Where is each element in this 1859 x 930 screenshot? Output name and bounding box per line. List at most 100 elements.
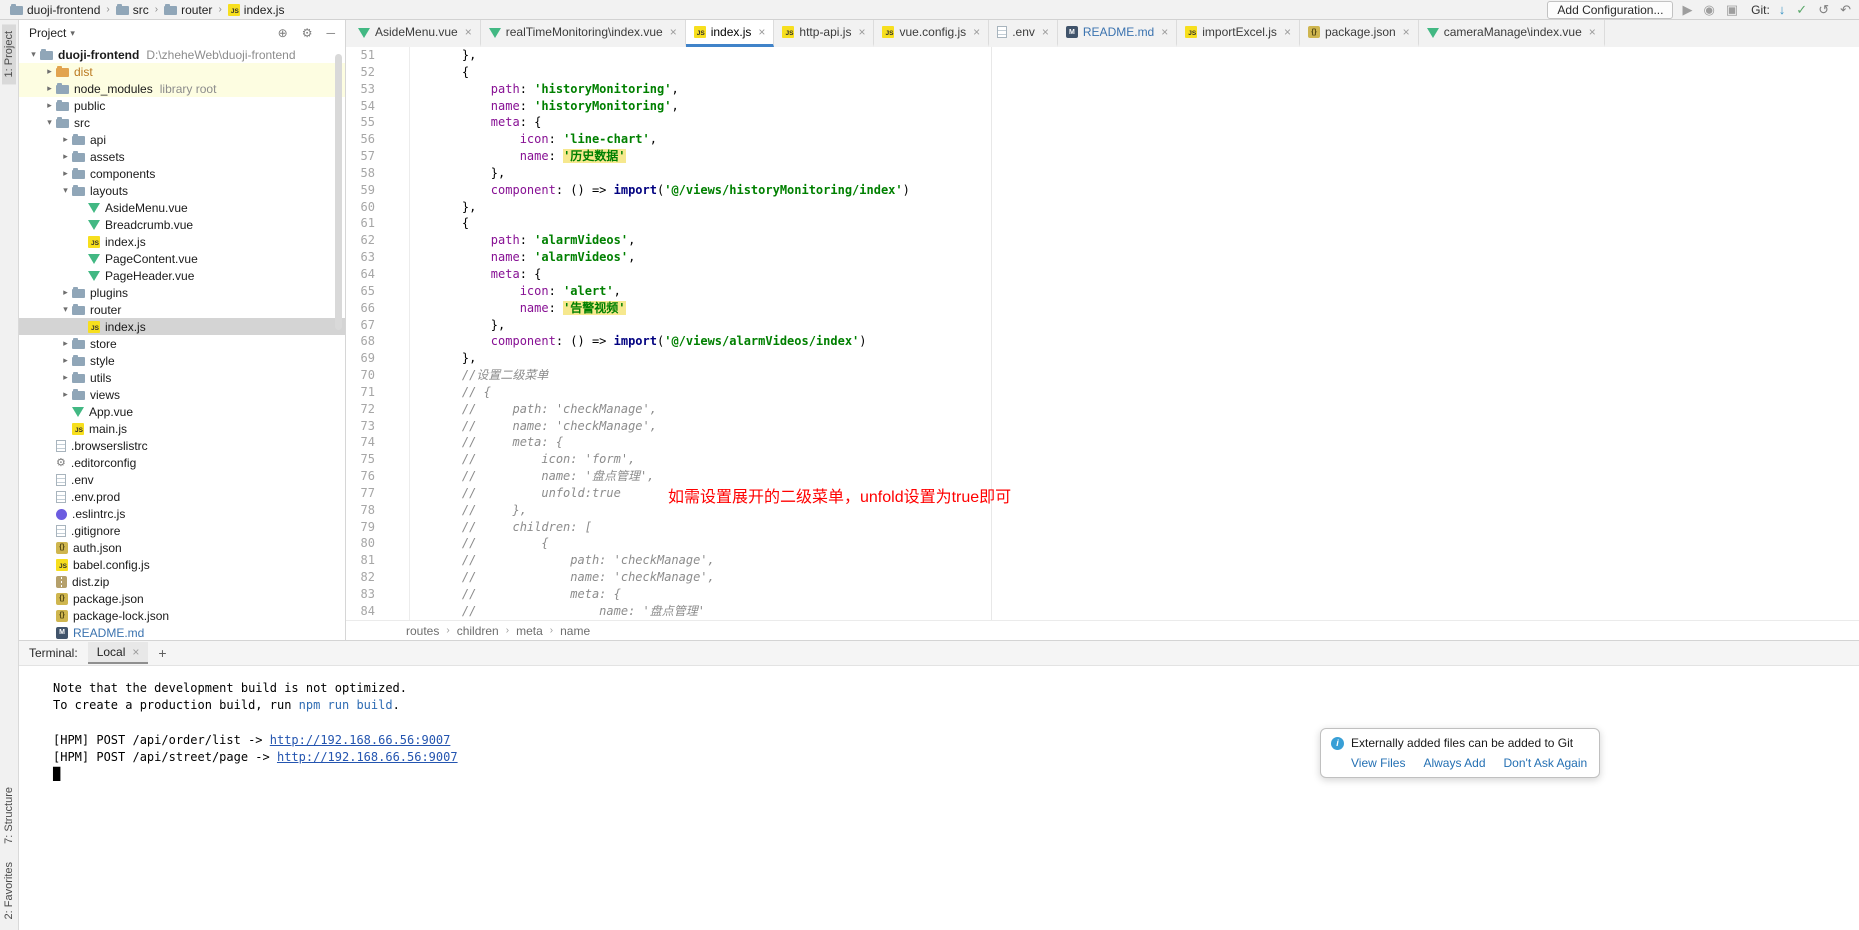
- chevron-right-icon[interactable]: ▸: [59, 151, 72, 162]
- close-icon[interactable]: ×: [758, 25, 765, 39]
- editor-tab[interactable]: JSimportExcel.js×: [1177, 20, 1300, 47]
- locate-file-icon[interactable]: ⊕: [278, 26, 288, 40]
- chevron-right-icon[interactable]: ▸: [43, 83, 56, 94]
- tree-item[interactable]: ▸node_moduleslibrary root: [19, 80, 345, 97]
- coverage-icon[interactable]: ▣: [1726, 3, 1738, 17]
- tree-item[interactable]: JSindex.js: [19, 318, 345, 335]
- tree-item[interactable]: ▾src: [19, 114, 345, 131]
- hide-panel-icon[interactable]: ─: [326, 26, 335, 40]
- tree-item[interactable]: JSindex.js: [19, 233, 345, 250]
- rollback-icon[interactable]: ↶: [1840, 3, 1851, 17]
- close-icon[interactable]: ×: [1042, 25, 1049, 39]
- debug-icon[interactable]: ◉: [1703, 3, 1714, 17]
- tree-item[interactable]: {}auth.json: [19, 539, 345, 556]
- run-icon[interactable]: ▶: [1682, 3, 1692, 17]
- tree-item[interactable]: ▸api: [19, 131, 345, 148]
- tree-item[interactable]: ▸store: [19, 335, 345, 352]
- tree-item[interactable]: MREADME.md: [19, 624, 345, 640]
- breadcrumb-item[interactable]: name: [560, 624, 590, 638]
- history-icon[interactable]: ↺: [1818, 3, 1829, 17]
- close-icon[interactable]: ×: [1403, 25, 1410, 39]
- breadcrumb-item[interactable]: children: [457, 624, 499, 638]
- tree-item[interactable]: ▸assets: [19, 148, 345, 165]
- chevron-right-icon[interactable]: ▸: [59, 338, 72, 349]
- terminal-link[interactable]: http://192.168.66.56:9007: [270, 733, 451, 747]
- chevron-right-icon[interactable]: ▸: [59, 168, 72, 179]
- project-view-selector[interactable]: Project ▾: [29, 26, 75, 40]
- settings-icon[interactable]: ⚙: [302, 26, 313, 40]
- editor-tab[interactable]: {}package.json×: [1300, 20, 1419, 47]
- breadcrumb-item[interactable]: router: [162, 3, 214, 17]
- close-icon[interactable]: ×: [132, 645, 139, 659]
- editor-tab[interactable]: realTimeMonitoring\index.vue×: [481, 20, 686, 47]
- close-icon[interactable]: ×: [1284, 25, 1291, 39]
- chevron-right-icon[interactable]: ▸: [59, 372, 72, 383]
- tree-item[interactable]: PageHeader.vue: [19, 267, 345, 284]
- tree-item[interactable]: ▸views: [19, 386, 345, 403]
- chevron-right-icon[interactable]: ▸: [43, 100, 56, 111]
- close-icon[interactable]: ×: [1589, 25, 1596, 39]
- tree-item[interactable]: .eslintrc.js: [19, 505, 345, 522]
- close-icon[interactable]: ×: [973, 25, 980, 39]
- tree-item[interactable]: .env.prod: [19, 488, 345, 505]
- breadcrumb-item[interactable]: src: [114, 3, 151, 17]
- add-configuration-button[interactable]: Add Configuration...: [1547, 1, 1673, 19]
- tree-item[interactable]: JSmain.js: [19, 420, 345, 437]
- new-terminal-icon[interactable]: +: [158, 645, 166, 661]
- notification-action-link[interactable]: Don't Ask Again: [1504, 756, 1588, 770]
- terminal-output[interactable]: Note that the development build is not o…: [19, 666, 1859, 930]
- tree-item[interactable]: PageContent.vue: [19, 250, 345, 267]
- chevron-down-icon[interactable]: ▾: [59, 185, 72, 196]
- editor-tab[interactable]: AsideMenu.vue×: [350, 20, 481, 47]
- tool-window-button[interactable]: 2: Favorites: [2, 855, 16, 926]
- editor-tab[interactable]: JShttp-api.js×: [774, 20, 874, 47]
- git-update-icon[interactable]: ↓: [1779, 3, 1786, 17]
- tool-window-button[interactable]: 1: Project: [2, 24, 16, 84]
- tree-item[interactable]: ▸style: [19, 352, 345, 369]
- tree-item[interactable]: .env: [19, 471, 345, 488]
- editor-tab[interactable]: JSindex.js×: [686, 20, 775, 47]
- tree-item[interactable]: .gitignore: [19, 522, 345, 539]
- tree-item[interactable]: ▸public: [19, 97, 345, 114]
- tree-item[interactable]: {}package.json: [19, 590, 345, 607]
- tree-item[interactable]: ⚙.editorconfig: [19, 454, 345, 471]
- close-icon[interactable]: ×: [858, 25, 865, 39]
- tree-item[interactable]: Breadcrumb.vue: [19, 216, 345, 233]
- chevron-down-icon[interactable]: ▾: [59, 304, 72, 315]
- editor-tab[interactable]: JSvue.config.js×: [874, 20, 989, 47]
- chevron-right-icon[interactable]: ▸: [43, 66, 56, 77]
- code-editor[interactable]: 51 },52 {53 path: 'historyMonitoring',54…: [346, 47, 1859, 620]
- editor-tab[interactable]: cameraManage\index.vue×: [1419, 20, 1605, 47]
- chevron-right-icon[interactable]: ▸: [59, 134, 72, 145]
- notification-action-link[interactable]: Always Add: [1423, 756, 1485, 770]
- close-icon[interactable]: ×: [1161, 25, 1168, 39]
- terminal-link[interactable]: http://192.168.66.56:9007: [277, 750, 458, 764]
- tree-item[interactable]: .browserslistrc: [19, 437, 345, 454]
- close-icon[interactable]: ×: [670, 25, 677, 39]
- tree-item[interactable]: ▸components: [19, 165, 345, 182]
- tree-item[interactable]: ▾layouts: [19, 182, 345, 199]
- breadcrumb-item[interactable]: meta: [516, 624, 543, 638]
- breadcrumb-item[interactable]: routes: [406, 624, 439, 638]
- tree-item[interactable]: ▸utils: [19, 369, 345, 386]
- tree-item[interactable]: ▾duoji-frontendD:\zheheWeb\duoji-fronten…: [19, 46, 345, 63]
- tree-item[interactable]: ▸dist: [19, 63, 345, 80]
- notification-action-link[interactable]: View Files: [1351, 756, 1405, 770]
- tree-item[interactable]: ▸plugins: [19, 284, 345, 301]
- tool-window-button[interactable]: 7: Structure: [2, 780, 16, 851]
- git-commit-icon[interactable]: ✓: [1796, 3, 1807, 17]
- chevron-down-icon[interactable]: ▾: [27, 49, 40, 60]
- chevron-right-icon[interactable]: ▸: [59, 389, 72, 400]
- breadcrumb-item[interactable]: duoji-frontend: [8, 3, 102, 17]
- chevron-right-icon[interactable]: ▸: [59, 355, 72, 366]
- breadcrumb-item[interactable]: JSindex.js: [226, 3, 287, 17]
- tree-item[interactable]: dist.zip: [19, 573, 345, 590]
- tree-item[interactable]: {}package-lock.json: [19, 607, 345, 624]
- chevron-down-icon[interactable]: ▾: [43, 117, 56, 128]
- scrollbar[interactable]: [335, 54, 342, 330]
- close-icon[interactable]: ×: [465, 25, 472, 39]
- tree-item[interactable]: JSbabel.config.js: [19, 556, 345, 573]
- chevron-right-icon[interactable]: ▸: [59, 287, 72, 298]
- tree-item[interactable]: ▾router: [19, 301, 345, 318]
- editor-tab[interactable]: MREADME.md×: [1058, 20, 1177, 47]
